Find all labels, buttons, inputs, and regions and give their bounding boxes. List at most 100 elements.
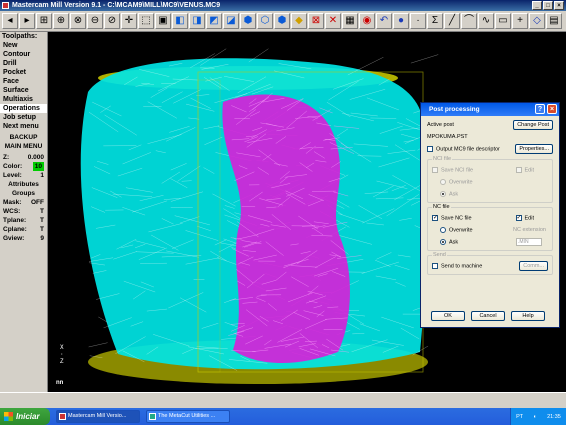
nc-overwrite-radio[interactable]: Overwrite	[440, 226, 473, 233]
tplane-field[interactable]: Tplane: T	[0, 216, 47, 225]
shade-icon[interactable]: ◆	[291, 13, 307, 29]
wcs-field[interactable]: WCS: T	[0, 207, 47, 216]
zoom-window-icon[interactable]: ⊗	[70, 13, 86, 29]
fit-icon[interactable]: ✛	[121, 13, 137, 29]
nci-ask-radio[interactable]: Ask	[440, 190, 458, 197]
metacut-icon	[149, 413, 156, 420]
select-icon[interactable]: ⊞	[36, 13, 52, 29]
help-icon[interactable]: ?	[535, 104, 545, 114]
nc-extension-label: NC extension	[512, 227, 546, 233]
start-button[interactable]: Iniciar	[0, 408, 50, 425]
nc-ask-radio[interactable]: Ask	[440, 238, 458, 245]
language-indicator[interactable]: PT	[516, 414, 523, 420]
mask-field[interactable]: Mask: OFF	[0, 198, 47, 207]
menu-item-contour[interactable]: Contour	[0, 50, 47, 59]
sum-icon[interactable]: Σ	[427, 13, 443, 29]
gview-field[interactable]: Gview: 9	[0, 234, 47, 243]
menu-item-surface[interactable]: Surface	[0, 86, 47, 95]
hide-icon[interactable]: ▦	[342, 13, 358, 29]
toolpaths-menu: Toolpaths: New Contour Drill Pocket Face…	[0, 32, 48, 392]
groups-button[interactable]: Groups	[0, 189, 47, 198]
cube-icon[interactable]: ⬢	[240, 13, 256, 29]
view-top-icon[interactable]: ◧	[172, 13, 188, 29]
properties-button[interactable]: Properties...	[515, 144, 553, 154]
nci-edit-checkbox[interactable]: Edit	[515, 166, 534, 173]
save-nc-checkbox[interactable]: ✓ Save NC file	[432, 214, 472, 221]
nc-file-group: NC file ✓ Save NC file ✓ Edit Overwrite NC…	[427, 204, 553, 251]
menu-item-face[interactable]: Face	[0, 77, 47, 86]
verify-icon[interactable]: ⊠	[308, 13, 324, 29]
cancel-button[interactable]: Cancel	[471, 311, 505, 321]
point-icon[interactable]: ·	[410, 13, 426, 29]
close-button[interactable]: ×	[554, 1, 564, 10]
rect-icon[interactable]: ▭	[495, 13, 511, 29]
colors-icon[interactable]: ◉	[359, 13, 375, 29]
z-depth-field[interactable]: Z: 0.000	[0, 153, 47, 162]
tray-icon: ◐	[533, 413, 537, 420]
taskbar: Iniciar Mastercam Mill Versio... The Met…	[0, 408, 566, 425]
view-side-icon[interactable]: ◩	[206, 13, 222, 29]
undo-icon[interactable]: ↶	[376, 13, 392, 29]
send-to-machine-checkbox[interactable]: Send to machine	[432, 262, 482, 269]
color-field[interactable]: Color: 10	[0, 162, 47, 171]
arrow-left-icon[interactable]: ◂	[2, 13, 18, 29]
backup-button[interactable]: BACKUP	[0, 133, 47, 142]
curve-icon[interactable]: ∿	[478, 13, 494, 29]
cube-icon[interactable]: ⬢	[274, 13, 290, 29]
level-field[interactable]: Level: 1	[0, 171, 47, 180]
menu-item-multiaxis[interactable]: Multiaxis	[0, 95, 47, 104]
view-iso-icon[interactable]: ◪	[223, 13, 239, 29]
nci-overwrite-radio[interactable]: Overwrite	[440, 178, 473, 185]
nc-extension-input[interactable]: .MIN	[516, 238, 542, 246]
active-post-value: MPOKUMA.PST	[427, 134, 468, 140]
help-button[interactable]: Help	[511, 311, 545, 321]
screen-icon[interactable]: ▣	[155, 13, 171, 29]
menu-item-next-menu[interactable]: Next menu	[0, 122, 47, 131]
cplane-field[interactable]: Cplane: T	[0, 225, 47, 234]
system-tray: PT ◐ 21:35	[510, 408, 566, 425]
ok-button[interactable]: OK	[431, 311, 465, 321]
zoom-out-icon[interactable]: ⊖	[87, 13, 103, 29]
checkbox-icon	[427, 145, 433, 152]
menu-item-job-setup[interactable]: Job setup	[0, 113, 47, 122]
save-nci-checkbox[interactable]: Save NCI file	[432, 166, 473, 173]
output-mc9-checkbox[interactable]: Output MC9 file descriptor	[427, 145, 500, 152]
send-group: Send Send to machine Comm...	[427, 252, 553, 275]
change-post-button[interactable]: Change Post	[513, 120, 553, 130]
mastercam-window: Mastercam Mill Version 9.1 - C:\MCAM9\MI…	[0, 0, 566, 425]
sphere-icon[interactable]: ●	[393, 13, 409, 29]
menu-item-pocket[interactable]: Pocket	[0, 68, 47, 77]
unzoom-icon[interactable]: ⊘	[104, 13, 120, 29]
post-processing-dialog: Post processing ? × Active post Change P…	[420, 102, 560, 328]
comm-button[interactable]: Comm...	[519, 261, 548, 271]
toolpath-stroke	[410, 54, 439, 64]
attributes-button[interactable]: Attributes	[0, 180, 47, 189]
cube-icon[interactable]: ⬡	[257, 13, 273, 29]
menu-item-new[interactable]: New	[0, 41, 47, 50]
minimize-button[interactable]: _	[532, 1, 542, 10]
maximize-button[interactable]: □	[543, 1, 553, 10]
view-front-icon[interactable]: ◨	[189, 13, 205, 29]
menu-item-operations[interactable]: Operations	[0, 104, 47, 113]
title-bar: Mastercam Mill Version 9.1 - C:\MCAM9\MI…	[0, 0, 566, 11]
nc-edit-checkbox[interactable]: ✓ Edit	[515, 214, 534, 221]
diamond-icon[interactable]: ◇	[529, 13, 545, 29]
main-menu-button[interactable]: MAIN MENU	[0, 142, 47, 151]
exit-icon[interactable]: ▤	[546, 13, 562, 29]
window-controls: _ □ ×	[532, 1, 564, 10]
menu-title: Toolpaths:	[2, 33, 38, 40]
arrow-right-icon[interactable]: ▸	[19, 13, 35, 29]
arc-icon[interactable]: ⌒	[461, 13, 477, 29]
zoom-icon[interactable]: ⊕	[53, 13, 69, 29]
delete-icon[interactable]: ✕	[325, 13, 341, 29]
menu-item-drill[interactable]: Drill	[0, 59, 47, 68]
active-post-label: Active post	[427, 122, 454, 128]
line-icon[interactable]: ╱	[444, 13, 460, 29]
taskbar-item-metacut[interactable]: The MetaCut Utilities ...	[146, 410, 230, 423]
dialog-title-bar: Post processing ? ×	[421, 103, 559, 116]
close-icon[interactable]: ×	[547, 104, 557, 114]
window-title: Mastercam Mill Version 9.1 - C:\MCAM9\MI…	[12, 2, 221, 9]
pan-icon[interactable]: ⬚	[138, 13, 154, 29]
plus-icon[interactable]: +	[512, 13, 528, 29]
taskbar-item-mastercam[interactable]: Mastercam Mill Versio...	[56, 410, 140, 423]
